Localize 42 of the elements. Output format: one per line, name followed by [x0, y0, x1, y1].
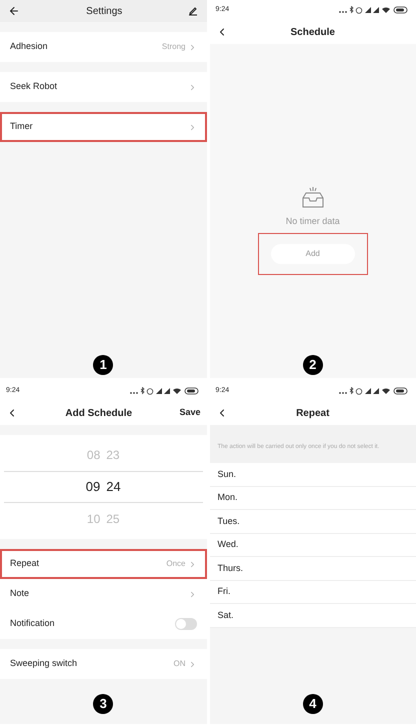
step-number: 4 — [302, 694, 323, 714]
row-value: ON — [174, 658, 186, 670]
status-icons-drawing — [338, 6, 410, 14]
edit-icon[interactable] — [188, 6, 198, 16]
settings-row[interactable]: Timer — [0, 112, 206, 142]
save-button[interactable]: Save — [179, 406, 200, 420]
weekday-option[interactable]: Mon. — [218, 491, 238, 504]
row-label: Timer — [10, 120, 33, 134]
weekday-option[interactable]: Sun. — [218, 468, 236, 481]
row-label: Note — [10, 587, 30, 600]
row-label: Sweeping switch — [10, 657, 78, 670]
settings-row[interactable]: Note — [0, 579, 206, 609]
weekday-option[interactable]: Thurs. — [218, 562, 244, 575]
settings-row[interactable]: Repeat Once — [0, 549, 206, 579]
settings-row[interactable]: Seek Robot — [0, 72, 206, 102]
row-label: Notification — [10, 617, 55, 630]
step-number: 1 — [93, 355, 114, 375]
row-value: Once — [166, 558, 186, 570]
weekday-option[interactable]: Sat. — [218, 608, 234, 622]
step-number: 3 — [93, 694, 114, 714]
empty-message: No timer data — [286, 215, 340, 228]
row-label: Adhesion — [10, 40, 48, 54]
row-value: Strong — [162, 41, 186, 53]
hour-value[interactable]: 09 — [86, 477, 100, 497]
row-label: Seek Robot — [10, 80, 58, 94]
weekday-option[interactable]: Wed. — [218, 538, 238, 552]
back-icon[interactable] — [8, 5, 20, 17]
row-label: Repeat — [10, 557, 40, 570]
status-icons-drawing — [338, 387, 410, 395]
status-icons-drawing — [128, 387, 200, 395]
settings-row[interactable]: Notification — [0, 609, 206, 639]
weekday-option[interactable]: Fri. — [218, 585, 230, 598]
screen-title: Add Schedule — [65, 406, 132, 420]
step-number: 2 — [302, 355, 323, 375]
weekday-option[interactable]: Tues. — [218, 514, 240, 528]
toggle-switch[interactable] — [174, 618, 196, 630]
screen-title: Repeat — [296, 406, 330, 420]
screen-title: Schedule — [290, 26, 335, 40]
settings-row[interactable]: Adhesion Strong — [0, 32, 206, 62]
screen-title: Settings — [86, 4, 122, 18]
settings-row[interactable]: Sweeping switch ON — [0, 649, 206, 679]
minute-value[interactable]: 24 — [106, 477, 121, 497]
